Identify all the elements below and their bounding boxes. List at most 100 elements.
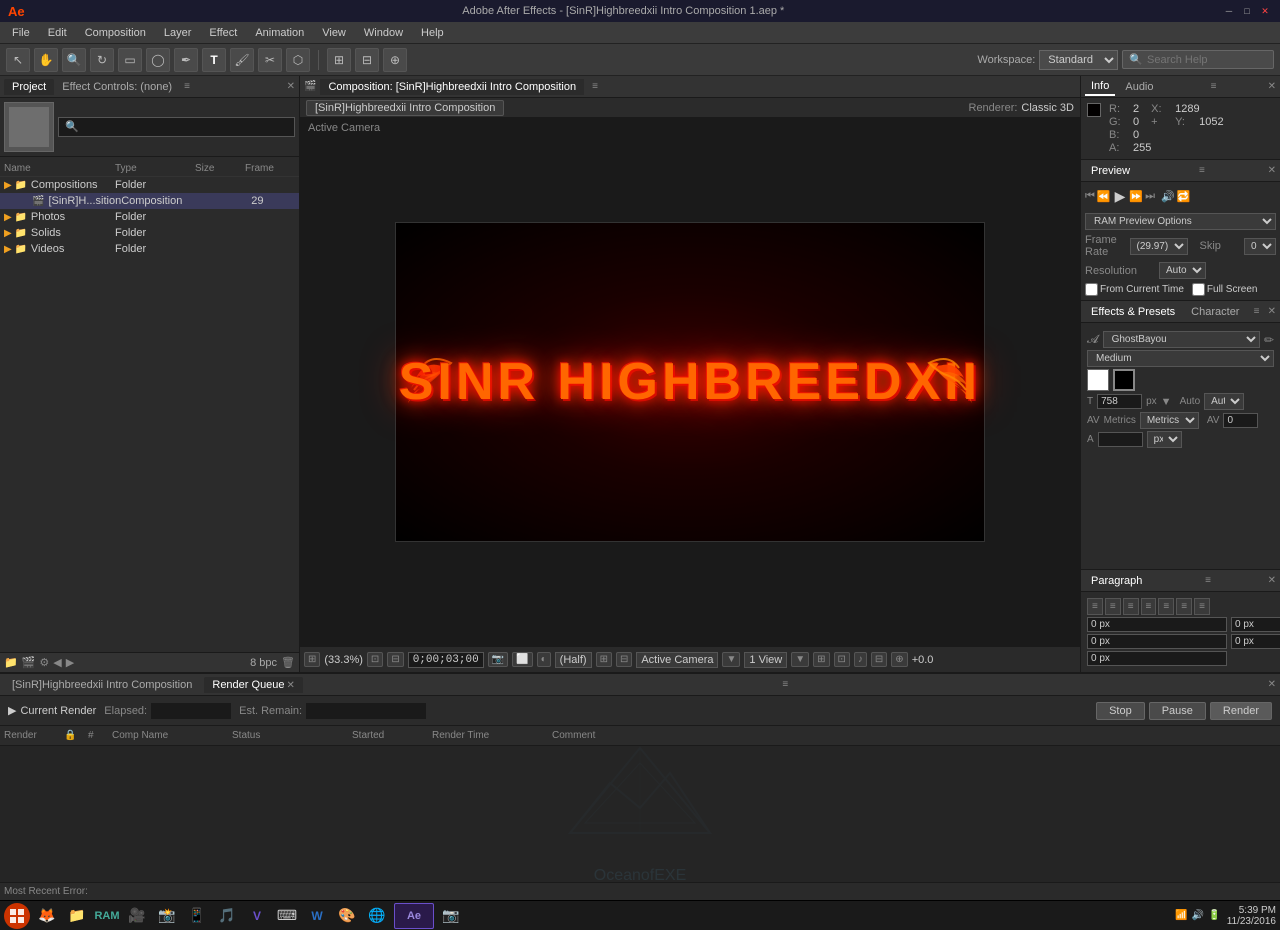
- audio-toggle-btn[interactable]: 🔊: [1161, 190, 1175, 203]
- tool-snapping[interactable]: ⊞: [327, 48, 351, 72]
- font-style-select[interactable]: Medium: [1087, 350, 1274, 367]
- last-frame-btn[interactable]: ⏭: [1145, 190, 1155, 203]
- menu-layer[interactable]: Layer: [156, 25, 200, 41]
- maximize-button[interactable]: □: [1240, 4, 1254, 18]
- stroke-color-swatch[interactable]: [1113, 369, 1135, 391]
- tool-brush[interactable]: 🖌: [230, 48, 254, 72]
- first-frame-btn[interactable]: ⏮: [1085, 190, 1095, 203]
- alpha-btn[interactable]: ⊕: [891, 652, 907, 667]
- para-menu[interactable]: ≡: [1205, 575, 1211, 586]
- justify-all-btn[interactable]: ≡: [1194, 598, 1210, 615]
- resolution-badge[interactable]: (Half): [555, 652, 592, 668]
- menu-help[interactable]: Help: [413, 25, 452, 41]
- menu-file[interactable]: File: [4, 25, 38, 41]
- tray-battery-icon[interactable]: 🔋: [1208, 910, 1220, 921]
- list-item[interactable]: ▶ 📁 Solids Folder: [0, 225, 299, 241]
- viewer-region-btn[interactable]: ⊞: [304, 652, 320, 667]
- menu-view[interactable]: View: [314, 25, 354, 41]
- tab-effect-controls[interactable]: Effect Controls: (none): [54, 79, 180, 95]
- justify-left-btn[interactable]: ≡: [1141, 598, 1157, 615]
- view-select[interactable]: 1 View: [744, 652, 787, 668]
- tab-render-queue[interactable]: Render Queue✕: [204, 677, 303, 693]
- taskbar-vlc[interactable]: 🎥: [124, 903, 150, 929]
- effects-menu[interactable]: ≡: [1254, 306, 1260, 317]
- exposure-btn[interactable]: ◐: [537, 652, 551, 667]
- text-color-swatch[interactable]: [1087, 369, 1109, 391]
- minimize-button[interactable]: ─: [1222, 4, 1236, 18]
- render-btn-viewer[interactable]: ⊡: [834, 652, 850, 667]
- size-dropdown[interactable]: ▼: [1161, 396, 1172, 408]
- info-panel-menu[interactable]: ≡: [1211, 81, 1217, 92]
- render-button[interactable]: Render: [1210, 702, 1272, 720]
- camera-select[interactable]: Active Camera: [636, 652, 718, 668]
- fit-btn[interactable]: ⊡: [367, 652, 383, 667]
- next-frame-btn[interactable]: ⏩: [1129, 190, 1143, 203]
- taskbar-aftereffects[interactable]: Ae: [394, 903, 434, 929]
- dropper-icon[interactable]: ✏: [1264, 333, 1274, 347]
- taskbar-visio[interactable]: V: [244, 903, 270, 929]
- tab-paragraph[interactable]: Paragraph: [1085, 573, 1148, 589]
- snapshot-btn[interactable]: 📷: [488, 652, 508, 667]
- taskbar-camera[interactable]: 📷: [438, 903, 464, 929]
- tool-zoom[interactable]: 🔍: [62, 48, 86, 72]
- list-item[interactable]: ▶ 📁 Photos Folder: [0, 209, 299, 225]
- new-comp-btn[interactable]: 🎬: [22, 656, 36, 669]
- comp-view-btn[interactable]: ⊞: [596, 652, 612, 667]
- transparency-btn[interactable]: ⬜: [512, 652, 532, 667]
- loop-btn[interactable]: 🔁: [1177, 190, 1191, 203]
- space-after-input[interactable]: [1087, 651, 1227, 666]
- settings-btn[interactable]: ⚙: [39, 656, 49, 669]
- unit-select[interactable]: px: [1147, 431, 1182, 448]
- menu-animation[interactable]: Animation: [247, 25, 312, 41]
- font-size-input[interactable]: [1097, 394, 1142, 409]
- preview-close[interactable]: ✕: [1268, 165, 1276, 176]
- tool-rect[interactable]: ▭: [118, 48, 142, 72]
- nav-prev-btn[interactable]: ◀: [53, 656, 61, 669]
- tab-project[interactable]: Project: [4, 79, 54, 95]
- tray-network-icon[interactable]: 📶: [1175, 910, 1187, 921]
- clock-display[interactable]: 5:39 PM 11/23/2016: [1227, 905, 1276, 927]
- full-screen-checkbox[interactable]: [1192, 283, 1205, 296]
- indent-right-input[interactable]: [1231, 617, 1280, 632]
- auto-select[interactable]: Auto: [1204, 393, 1244, 410]
- new-folder-btn[interactable]: 📁: [4, 656, 18, 669]
- font-family-select[interactable]: GhostBayou: [1103, 331, 1260, 348]
- menu-window[interactable]: Window: [356, 25, 411, 41]
- taskbar-paint[interactable]: 🎨: [334, 903, 360, 929]
- list-item[interactable]: ▶ 📁 Videos Folder: [0, 241, 299, 257]
- list-item[interactable]: 🎬 [SinR]H...sition Composition 29: [0, 193, 299, 209]
- frame-rate-select[interactable]: (29.97): [1130, 238, 1188, 255]
- menu-composition[interactable]: Composition: [77, 25, 154, 41]
- tool-ellipse[interactable]: ◯: [146, 48, 170, 72]
- pause-button[interactable]: Pause: [1149, 702, 1206, 720]
- current-render-toggle[interactable]: ▶ Current Render: [8, 704, 96, 717]
- tool-extra2[interactable]: ⊕: [383, 48, 407, 72]
- info-panel-close[interactable]: ✕: [1268, 81, 1276, 92]
- from-current-checkbox[interactable]: [1085, 283, 1098, 296]
- full-screen-label[interactable]: Full Screen: [1192, 283, 1258, 296]
- taskbar-photos[interactable]: 📸: [154, 903, 180, 929]
- tab-preview[interactable]: Preview: [1085, 163, 1136, 179]
- indent-first-input[interactable]: [1231, 634, 1280, 649]
- tray-volume-icon[interactable]: 🔊: [1192, 910, 1204, 921]
- render-queue-close[interactable]: ✕: [287, 680, 295, 691]
- pixel-aspect-btn[interactable]: ⊟: [387, 652, 403, 667]
- panel-menu-icon[interactable]: ≡: [184, 81, 190, 92]
- start-button[interactable]: [4, 903, 30, 929]
- taskbar-network[interactable]: 🌐: [364, 903, 390, 929]
- tab-character[interactable]: Character: [1185, 304, 1245, 320]
- tab-effects-presets[interactable]: Effects & Presets: [1085, 304, 1181, 320]
- preview-menu[interactable]: ≡: [1199, 165, 1205, 176]
- tool-puppet[interactable]: ⬡: [286, 48, 310, 72]
- list-item[interactable]: ▶ 📁 Compositions Folder: [0, 177, 299, 193]
- kerning-input[interactable]: [1223, 413, 1258, 428]
- tool-pen[interactable]: ✒: [174, 48, 198, 72]
- tool-hand[interactable]: ✋: [34, 48, 58, 72]
- justify-center-btn[interactable]: ≡: [1158, 598, 1174, 615]
- justify-right-btn[interactable]: ≡: [1176, 598, 1192, 615]
- nav-next-btn[interactable]: ▶: [66, 656, 74, 669]
- baseline-input[interactable]: [1098, 432, 1143, 447]
- indent-left-input[interactable]: [1087, 617, 1227, 632]
- project-search-input[interactable]: [58, 117, 295, 137]
- panel-close-icon[interactable]: ✕: [287, 81, 295, 92]
